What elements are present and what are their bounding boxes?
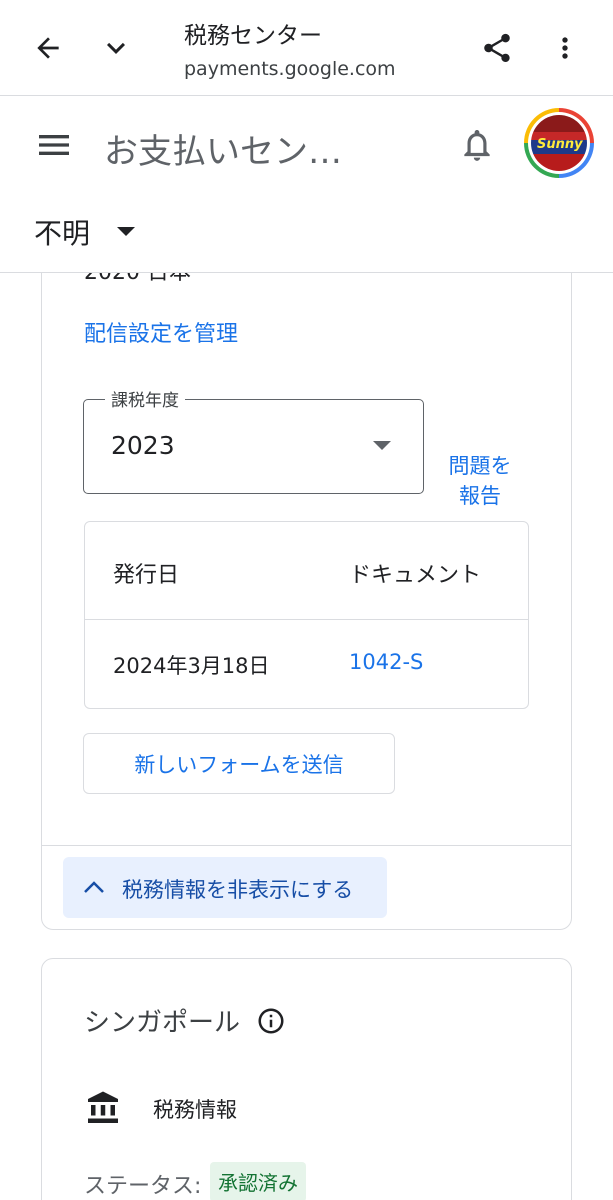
- chevron-down-icon: [107, 42, 125, 54]
- browser-bar: 税務センター payments.google.com: [0, 0, 613, 96]
- submit-new-form-button[interactable]: 新しいフォームを送信: [83, 733, 395, 794]
- avatar-frame: Sunny: [528, 112, 590, 174]
- column-header-document: ドキュメント: [349, 563, 482, 588]
- back-button[interactable]: [22, 22, 74, 74]
- more-vert-icon: [562, 37, 568, 59]
- bell-icon: [464, 129, 490, 161]
- document-link[interactable]: 1042-S: [349, 650, 423, 674]
- select-arrow-icon[interactable]: [373, 441, 391, 450]
- status-badge: 承認済み: [210, 1162, 306, 1200]
- browser-url[interactable]: payments.google.com: [184, 58, 396, 80]
- notifications-button[interactable]: [458, 126, 496, 168]
- back-arrow-icon: [37, 37, 59, 59]
- avatar-image: Sunny: [531, 115, 587, 171]
- avatar-logo-text: Sunny: [537, 137, 583, 152]
- card-divider: [42, 845, 571, 846]
- dropdown-arrow-icon[interactable]: [117, 227, 135, 237]
- tax-year-value[interactable]: 2023: [111, 431, 175, 460]
- report-issue-link[interactable]: 問題を報告: [440, 451, 520, 511]
- column-header-date: 発行日: [113, 563, 180, 588]
- more-options-button[interactable]: [539, 22, 591, 74]
- table-cell-date: 2024年3月18日: [113, 654, 270, 678]
- bank-icon: [88, 1091, 118, 1123]
- browser-title: 税務センター: [184, 23, 322, 49]
- country-title: シンガポール: [84, 1008, 241, 1038]
- documents-table: [84, 521, 529, 709]
- filter-dropdown[interactable]: 不明: [34, 212, 90, 252]
- table-divider: [85, 619, 528, 620]
- info-icon[interactable]: [256, 1006, 286, 1036]
- hide-tax-info-button[interactable]: 税務情報を非表示にする: [63, 857, 387, 918]
- collapse-button[interactable]: [90, 22, 142, 74]
- status-label: ステータス:: [84, 1174, 202, 1199]
- tax-info-label: 税務情報: [153, 1098, 237, 1122]
- menu-button[interactable]: [34, 125, 74, 169]
- tax-year-label: 課税年度: [105, 386, 185, 411]
- hide-tax-info-label: 税務情報を非表示にする: [122, 878, 354, 902]
- page-title: お支払いセン…: [104, 132, 342, 172]
- share-button[interactable]: [471, 22, 523, 74]
- account-avatar[interactable]: Sunny: [524, 108, 594, 178]
- filter-value: 不明: [34, 217, 91, 250]
- menu-icon: [39, 135, 69, 155]
- singapore-card: [41, 958, 572, 1200]
- manage-delivery-link[interactable]: 配信設定を管理: [84, 316, 238, 348]
- share-icon: [484, 33, 510, 63]
- chevron-up-icon: [84, 881, 104, 893]
